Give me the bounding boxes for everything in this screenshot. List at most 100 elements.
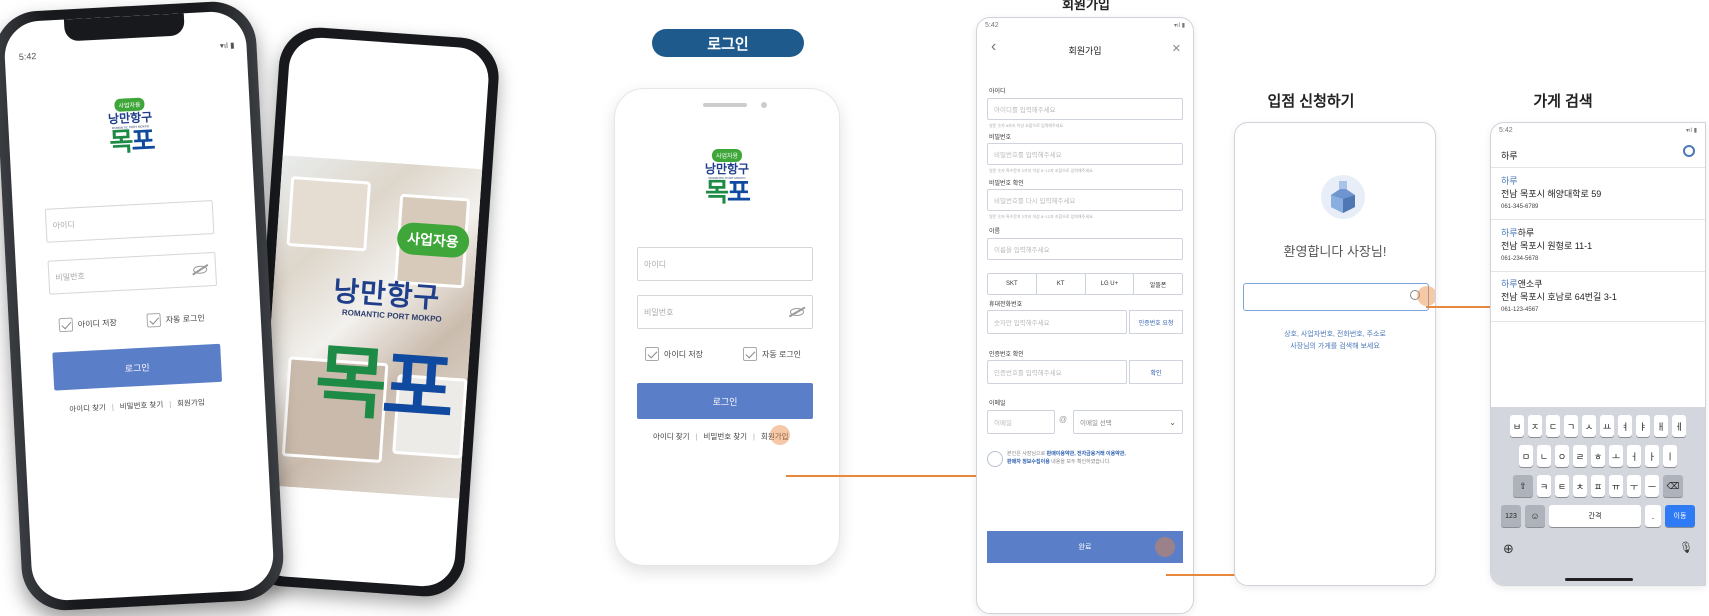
key-1[interactable]: ㅈ	[1528, 415, 1542, 437]
letter-keys: ㅋㅌㅊㅍㅠㅜㅡ	[1537, 475, 1659, 497]
eye-slash-icon[interactable]	[790, 308, 804, 316]
account-links: 아이디 찾기 | 비밀번호 찾기 | 회원가입	[653, 431, 789, 442]
name-input[interactable]: 이름을 입력해주세요	[987, 238, 1183, 260]
result-item[interactable]: 하루하루 전남 목포시 원형로 11-1 061-234-5678	[1501, 227, 1592, 266]
status-icons: ▾ıl ▮	[219, 40, 235, 51]
result-item[interactable]: 하루 전남 목포시 해양대학로 59 061-345-6789	[1501, 175, 1601, 214]
password-confirm-input[interactable]: 비밀번호를 다시 입력해주세요	[987, 189, 1183, 211]
find-password-link[interactable]: 비밀번호 찾기	[119, 399, 164, 412]
key-0[interactable]: ㅋ	[1537, 475, 1551, 497]
search-query[interactable]: 하루	[1501, 149, 1518, 162]
globe-icon[interactable]: ⊕	[1503, 541, 1514, 557]
code-input[interactable]: 인증번호를 입력해주세요	[987, 360, 1127, 384]
close-icon[interactable]: ✕	[1172, 42, 1181, 55]
signup-link[interactable]: 회원가입	[177, 397, 205, 409]
key-9[interactable]: ㅔ	[1672, 415, 1686, 437]
carrier-selector: SKT KT LG U+ 알뜰폰	[987, 273, 1183, 295]
signup-id-input[interactable]: 아이디를 입력해주세요	[987, 98, 1183, 120]
key-0[interactable]: ㅁ	[1519, 445, 1533, 467]
store-search-screen: 5:42 ▾ıl ▮ 하루 하루 전남 목포시 해양대학로 59 061-345…	[1490, 122, 1706, 586]
key-4[interactable]: ㅠ	[1609, 475, 1623, 497]
find-id-link[interactable]: 아이디 찾기	[653, 431, 690, 442]
carrier-kt[interactable]: KT	[1037, 274, 1086, 294]
auto-login-checkbox[interactable]: 자동 로그인	[743, 347, 801, 361]
app-logo: 사업자용 낭만항구 ROMANTIC PORT MOKPO 목포	[87, 92, 174, 157]
welcome-text: 환영합니다 사장님!	[1283, 244, 1387, 259]
login-button[interactable]: 로그인	[52, 343, 223, 391]
result-item[interactable]: 하루앤소쿠 전남 목포시 호남로 64번길 3-1 061-123-4567	[1501, 278, 1617, 317]
key-5[interactable]: ㅗ	[1609, 445, 1623, 467]
splash-screen: 사업자용 낭만항구 ROMANTIC PORT MOKPO 목포	[253, 35, 491, 589]
auto-login-checkbox[interactable]: 자동 로그인	[146, 311, 205, 328]
signup-done-button[interactable]: 완료	[987, 531, 1183, 563]
password-input[interactable]: 비밀번호	[637, 295, 813, 329]
key-2[interactable]: ㄷ	[1546, 415, 1560, 437]
phone-input[interactable]: 숫자만 입력해주세요	[987, 310, 1127, 334]
find-id-link[interactable]: 아이디 찾기	[69, 402, 106, 415]
mic-icon[interactable]: 🎙	[1679, 541, 1693, 554]
tap-highlight	[1417, 286, 1435, 306]
checkbox-icon	[743, 347, 757, 361]
divider	[1491, 321, 1705, 322]
stage: 사업자용 낭만항구 ROMANTIC PORT MOKPO 목포 5:42 ▾ı…	[0, 0, 1709, 616]
key-4[interactable]: ㅎ	[1591, 445, 1605, 467]
find-password-link[interactable]: 비밀번호 찾기	[704, 431, 747, 442]
save-id-checkbox[interactable]: 아이디 저장	[645, 347, 703, 361]
password-confirm-label: 비밀번호 확인	[989, 181, 1024, 187]
carrier-mvno[interactable]: 알뜰폰	[1134, 274, 1182, 294]
key-7[interactable]: ㅏ	[1645, 445, 1659, 467]
key-3[interactable]: ㅍ	[1591, 475, 1605, 497]
save-id-checkbox[interactable]: 아이디 저장	[58, 315, 118, 333]
go-key[interactable]: 이동	[1665, 505, 1695, 527]
email-input[interactable]: 이메일	[987, 410, 1055, 434]
account-links: 아이디 찾기 | 비밀번호 찾기 | 회원가입	[69, 397, 205, 415]
key-1[interactable]: ㄴ	[1537, 445, 1551, 467]
phone-label: 휴대전화번호	[989, 302, 1023, 308]
tap-highlight	[770, 425, 790, 445]
login-button[interactable]: 로그인	[637, 383, 813, 419]
status-time: 5:42	[1499, 127, 1513, 134]
key-0[interactable]: ㅂ	[1510, 415, 1524, 437]
eye-slash-icon[interactable]	[192, 265, 208, 275]
key-8[interactable]: ㅣ	[1663, 445, 1677, 467]
backspace-key[interactable]: ⌫	[1663, 475, 1683, 497]
key-7[interactable]: ㅑ	[1636, 415, 1650, 437]
period-key[interactable]: .	[1645, 505, 1661, 527]
key-5[interactable]: ㅛ	[1600, 415, 1614, 437]
key-2[interactable]: ㅊ	[1573, 475, 1587, 497]
space-key[interactable]: 간격	[1549, 505, 1641, 527]
key-2[interactable]: ㅇ	[1555, 445, 1569, 467]
email-domain-select[interactable]: 이메일 선택 ⌄	[1073, 410, 1183, 434]
key-5[interactable]: ㅜ	[1627, 475, 1641, 497]
agree-check-icon[interactable]	[987, 451, 1003, 467]
verify-code-button[interactable]: 확인	[1129, 360, 1183, 384]
search-icon[interactable]	[1683, 145, 1695, 157]
id-input[interactable]: 아이디	[44, 200, 215, 243]
password-input[interactable]: 비밀번호	[47, 251, 218, 295]
keyboard: ㅂㅈㄷㄱㅅㅛㅕㅑㅐㅔ ㅁㄴㅇㄹㅎㅗㅓㅏㅣ ⇧ ㅋㅌㅊㅍㅠㅜㅡ ⌫ 123 ☺ 간…	[1491, 407, 1705, 585]
key-6[interactable]: ㅓ	[1627, 445, 1641, 467]
numbers-key[interactable]: 123	[1501, 505, 1521, 527]
emoji-key[interactable]: ☺	[1525, 505, 1545, 527]
store-search-input[interactable]	[1243, 283, 1429, 311]
status-icons: ▾ıl ▮	[1686, 128, 1697, 134]
signup-password-input[interactable]: 비밀번호를 입력해주세요	[987, 143, 1183, 165]
id-hint: 영문 숫자 6자리 이상 조합으로 입력해주세요.	[989, 123, 1065, 128]
carrier-lgu[interactable]: LG U+	[1086, 274, 1135, 294]
key-3[interactable]: ㄹ	[1573, 445, 1587, 467]
key-8[interactable]: ㅐ	[1654, 415, 1668, 437]
store-search-hint: 상호, 사업자번호, 전화번호, 주소로 사장님의 가게를 검색해 보세요	[1284, 331, 1386, 350]
shift-key[interactable]: ⇧	[1513, 475, 1533, 497]
key-4[interactable]: ㅅ	[1582, 415, 1596, 437]
key-3[interactable]: ㄱ	[1564, 415, 1578, 437]
id-input[interactable]: 아이디	[637, 247, 813, 281]
request-code-button[interactable]: 인증번호 요청	[1129, 310, 1183, 334]
phone-mockup-front: 5:42 ▾ıl ▮ 사업자용 낭만항구 ROMANTIC PORT MOKPO…	[0, 0, 286, 613]
carrier-skt[interactable]: SKT	[988, 274, 1037, 294]
checkbox-icon	[645, 347, 659, 361]
login-section-label: 로그인	[652, 29, 804, 57]
key-1[interactable]: ㅌ	[1555, 475, 1569, 497]
key-6[interactable]: ㅡ	[1645, 475, 1659, 497]
key-6[interactable]: ㅕ	[1618, 415, 1632, 437]
tap-highlight	[1155, 537, 1175, 557]
